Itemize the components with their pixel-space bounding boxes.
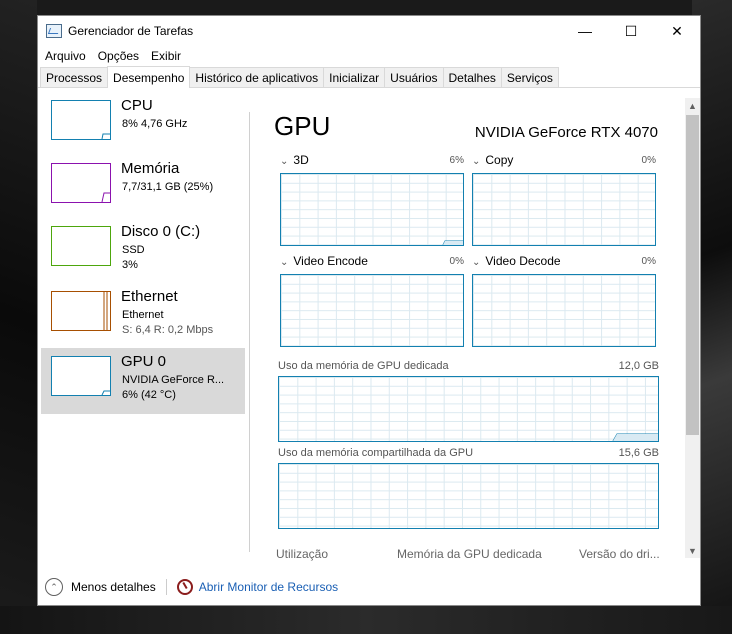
shared-memory-graph: [278, 463, 659, 529]
dedicated-memory-max: 12,0 GB: [618, 360, 659, 372]
performance-panel: CPU 8% 4,76 GHz Memória 7,7/31,1 GB (25%…: [38, 90, 700, 605]
sidebar-item-gpu[interactable]: GPU 0 NVIDIA GeForce R... 6% (42 °C): [41, 348, 245, 414]
chevron-down-icon: ⌄: [472, 257, 481, 268]
engine-label: 3D: [293, 153, 309, 167]
engine-selector-copy[interactable]: ⌄ Copy: [472, 153, 513, 167]
engine-graph-video-encode: [280, 274, 464, 347]
gpu-thumbnail-graph: [51, 356, 111, 396]
engine-selector-video-decode[interactable]: ⌄ Video Decode: [472, 254, 561, 268]
sidebar-item-memoria[interactable]: Memória 7,7/31,1 GB (25%): [41, 155, 245, 217]
sidebar-item-detail-2: S: 6,4 R: 0,2 Mbps: [122, 324, 214, 336]
window-controls: — ☐ ✕: [562, 16, 700, 46]
title-bar[interactable]: Gerenciador de Tarefas — ☐ ✕: [38, 16, 700, 46]
resource-monitor-icon: [176, 579, 193, 595]
maximize-button[interactable]: ☐: [608, 16, 654, 46]
engine-label: Copy: [485, 153, 514, 167]
engine-percent: 0%: [449, 256, 464, 267]
disk-thumbnail-graph: [51, 226, 111, 266]
engine-selector-video-encode[interactable]: ⌄ Video Encode: [280, 254, 368, 268]
gpu-model-name: NVIDIA GeForce RTX 4070: [474, 124, 658, 141]
sidebar-item-detail: SSD: [122, 244, 145, 256]
sidebar-item-ethernet[interactable]: Ethernet Ethernet S: 6,4 R: 0,2 Mbps: [41, 283, 245, 347]
minimize-button[interactable]: —: [562, 16, 608, 46]
scrollbar-thumb[interactable]: [686, 115, 699, 435]
memory-thumbnail-graph: [51, 163, 111, 203]
sidebar-item-detail-2: 3%: [122, 259, 138, 271]
chevron-down-icon: ⌄: [472, 156, 481, 167]
open-resource-monitor-link[interactable]: Abrir Monitor de Recursos: [199, 580, 338, 594]
desktop-background-left: [0, 0, 37, 634]
stat-dedicated-memory-label: Memória da GPU dedicada: [397, 547, 542, 561]
tab-detalhes[interactable]: Detalhes: [442, 67, 502, 87]
engine-label: Video Decode: [485, 254, 561, 268]
shared-memory-max: 15,6 GB: [618, 447, 659, 459]
footer-bar: ⌃ Menos detalhes Abrir Monitor de Recurs…: [38, 567, 700, 607]
ethernet-thumbnail-graph: [51, 291, 111, 331]
scroll-up-icon[interactable]: ▲: [685, 98, 700, 113]
tab-historico[interactable]: Histórico de aplicativos: [189, 67, 325, 87]
menu-bar: Arquivo Opções Exibir: [38, 46, 700, 66]
dedicated-memory-label: Uso da memória de GPU dedicada: [278, 360, 449, 372]
chevron-up-icon[interactable]: ⌃: [45, 578, 63, 596]
task-manager-icon: [46, 24, 62, 38]
chevron-down-icon: ⌄: [280, 257, 289, 268]
sidebar-item-cpu[interactable]: CPU 8% 4,76 GHz: [41, 92, 245, 154]
engine-percent: 0%: [641, 256, 656, 267]
dedicated-memory-graph: [278, 376, 659, 442]
tab-servicos[interactable]: Serviços: [500, 67, 559, 87]
tab-processos[interactable]: Processos: [40, 67, 109, 87]
sidebar-item-detail: 8% 4,76 GHz: [122, 118, 188, 130]
engine-graph-3d: [280, 173, 464, 246]
fewer-details-button[interactable]: Menos detalhes: [71, 580, 156, 594]
engine-percent: 6%: [449, 155, 464, 166]
stat-driver-version-label: Versão do dri...: [579, 547, 660, 561]
sidebar-item-label: CPU: [121, 97, 153, 114]
sidebar-item-label: Disco 0 (C:): [121, 223, 201, 240]
sidebar-item-detail-2: 6% (42 °C): [122, 389, 176, 401]
chevron-down-icon: ⌄: [280, 156, 289, 167]
footer-divider: [165, 579, 167, 595]
sidebar-item-disco[interactable]: Disco 0 (C:) SSD 3%: [41, 218, 245, 282]
engine-label: Video Encode: [293, 254, 368, 268]
task-manager-window: Gerenciador de Tarefas — ☐ ✕ Arquivo Opç…: [37, 15, 701, 606]
cpu-thumbnail-graph: [51, 100, 111, 140]
engine-graph-video-decode: [472, 274, 656, 347]
sidebar-item-detail: Ethernet: [122, 309, 164, 321]
resource-sidebar: CPU 8% 4,76 GHz Memória 7,7/31,1 GB (25%…: [41, 90, 245, 565]
desktop-background-bottom: [0, 606, 732, 634]
engine-selector-3d[interactable]: ⌄ 3D: [280, 153, 309, 167]
sidebar-item-label: Memória: [121, 160, 180, 177]
engine-graph-copy: [472, 173, 656, 246]
scroll-down-icon[interactable]: ▼: [685, 543, 700, 558]
engine-percent: 0%: [641, 155, 656, 166]
sidebar-item-detail: NVIDIA GeForce R...: [122, 374, 225, 386]
panel-divider: [249, 112, 250, 552]
sidebar-item-label: Ethernet: [121, 288, 178, 305]
tab-desempenho[interactable]: Desempenho: [107, 66, 191, 88]
tab-inicializar[interactable]: Inicializar: [323, 67, 386, 87]
gpu-details: GPU NVIDIA GeForce RTX 4070 ⌄ 3D 6% ⌄ Copy…: [274, 90, 660, 570]
page-title: GPU: [274, 111, 331, 141]
tab-bar: Processos Desempenho Histórico de aplica…: [38, 66, 700, 88]
tab-usuarios[interactable]: Usuários: [384, 67, 444, 87]
close-button[interactable]: ✕: [654, 16, 700, 46]
sidebar-item-detail: 7,7/31,1 GB (25%): [122, 181, 214, 193]
menu-exibir[interactable]: Exibir: [151, 49, 181, 63]
window-title: Gerenciador de Tarefas: [68, 24, 194, 38]
stat-utilization-label: Utilização: [276, 547, 329, 561]
menu-opcoes[interactable]: Opções: [98, 49, 139, 63]
menu-arquivo[interactable]: Arquivo: [45, 49, 86, 63]
vertical-scrollbar[interactable]: ▲ ▼: [685, 98, 700, 558]
sidebar-item-label: GPU 0: [121, 353, 167, 370]
shared-memory-label: Uso da memória compartilhada da GPU: [278, 447, 474, 459]
